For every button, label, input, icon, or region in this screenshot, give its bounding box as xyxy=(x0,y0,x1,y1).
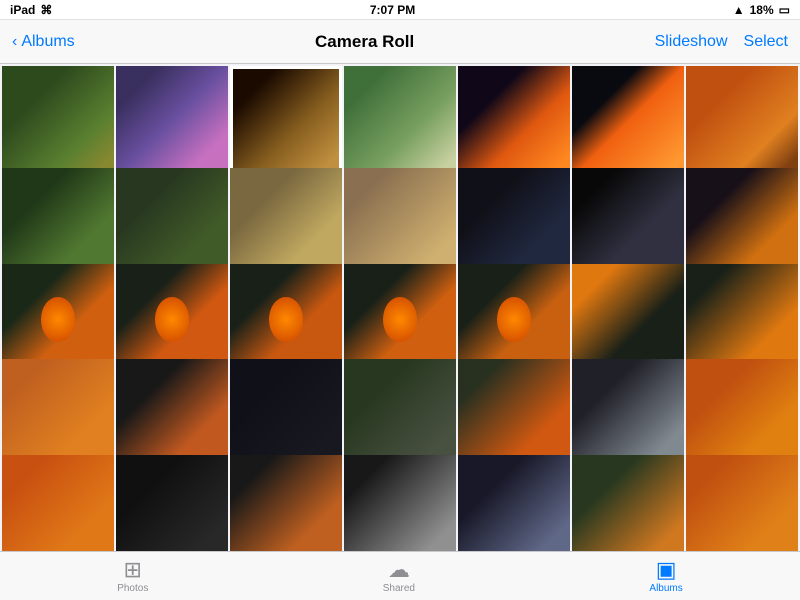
back-label[interactable]: Albums xyxy=(21,33,74,51)
tab-photos-label: Photos xyxy=(117,583,148,594)
tab-albums[interactable]: ▣ Albums xyxy=(649,559,682,594)
photo-cell[interactable] xyxy=(686,66,798,178)
status-time: 7:07 PM xyxy=(370,3,415,17)
battery-label: 18% xyxy=(750,3,774,17)
photo-grid xyxy=(0,64,800,551)
photo-cell[interactable] xyxy=(116,66,228,178)
tab-photos[interactable]: ⊞ Photos xyxy=(117,559,148,594)
photo-cell[interactable] xyxy=(230,66,342,178)
status-left: iPad ⌘ xyxy=(10,3,52,17)
chevron-left-icon: ‹ xyxy=(12,33,17,51)
slideshow-button[interactable]: Slideshow xyxy=(655,33,728,51)
photo-cell[interactable] xyxy=(686,455,798,551)
photo-cell[interactable] xyxy=(572,66,684,178)
status-bar: iPad ⌘ 7:07 PM ▲ 18% ▭ xyxy=(0,0,800,20)
back-button[interactable]: ‹ Albums xyxy=(12,33,75,51)
device-label: iPad xyxy=(10,3,35,17)
tab-bar: ⊞ Photos ☁ Shared ▣ Albums xyxy=(0,551,800,600)
nav-bar: ‹ Albums Camera Roll Slideshow Select xyxy=(0,20,800,64)
tab-shared[interactable]: ☁ Shared xyxy=(383,559,415,594)
shared-icon: ☁ xyxy=(388,559,410,581)
tab-albums-label: Albums xyxy=(649,583,682,594)
albums-icon: ▣ xyxy=(656,559,677,581)
battery-icon: ▭ xyxy=(779,3,790,17)
photo-cell[interactable] xyxy=(2,66,114,178)
photo-cell[interactable] xyxy=(230,455,342,551)
status-right: ▲ 18% ▭ xyxy=(733,3,790,17)
page-title: Camera Roll xyxy=(315,32,414,52)
photo-cell[interactable] xyxy=(116,455,228,551)
photo-cell[interactable] xyxy=(344,66,456,178)
signal-icon: ▲ xyxy=(733,3,745,17)
photo-cell[interactable] xyxy=(344,455,456,551)
photo-cell[interactable] xyxy=(572,455,684,551)
photo-cell[interactable] xyxy=(458,66,570,178)
wifi-icon: ⌘ xyxy=(40,3,52,17)
photo-cell[interactable] xyxy=(2,455,114,551)
tab-shared-label: Shared xyxy=(383,583,415,594)
select-button[interactable]: Select xyxy=(744,33,788,51)
nav-actions: Slideshow Select xyxy=(655,33,788,51)
photo-cell[interactable] xyxy=(458,455,570,551)
photos-icon: ⊞ xyxy=(124,559,142,581)
